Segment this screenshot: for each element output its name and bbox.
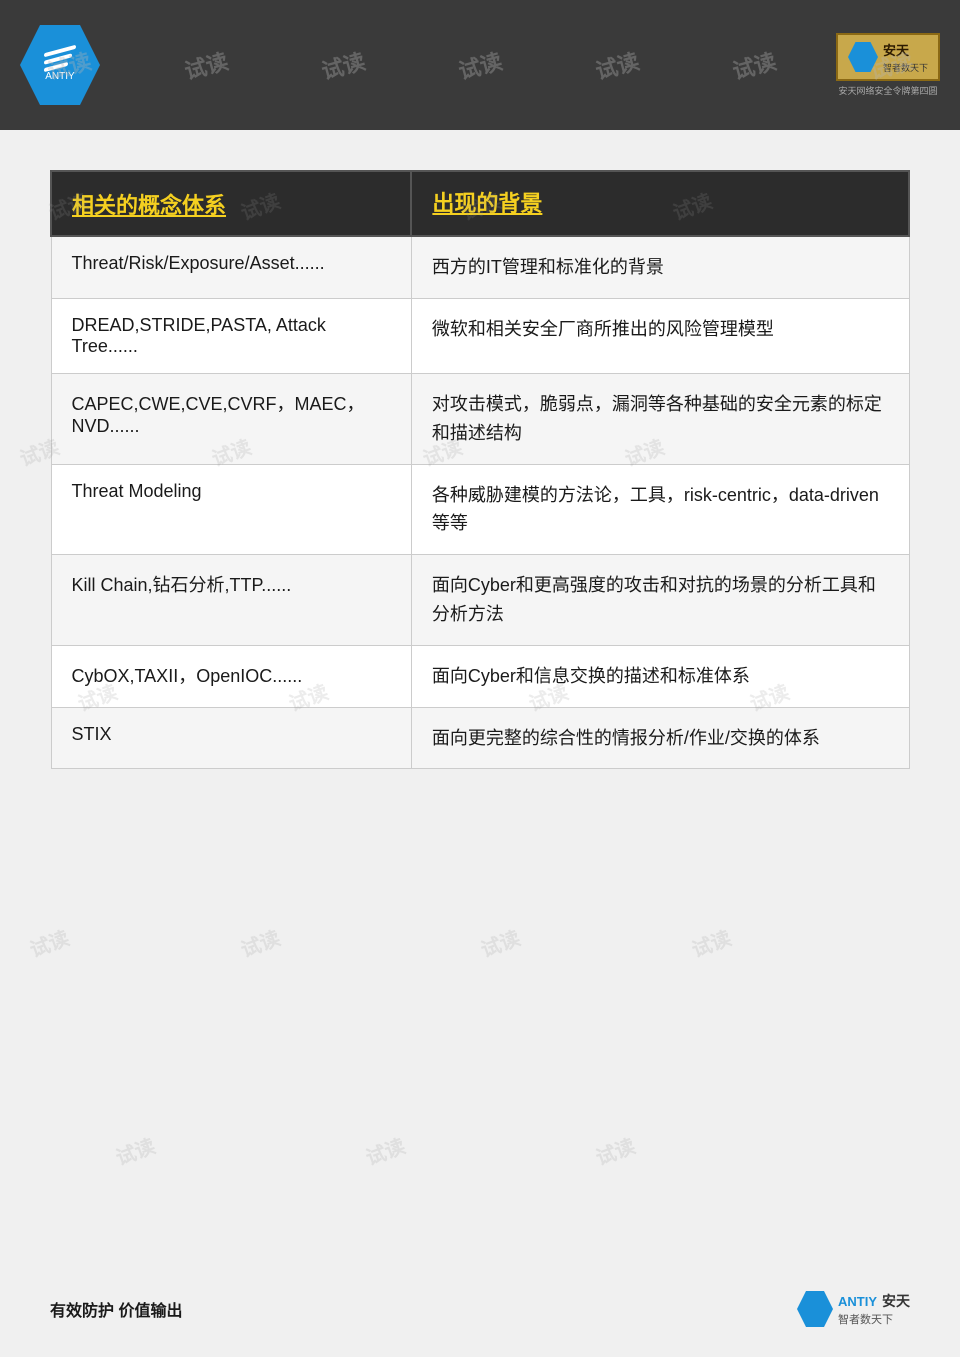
footer-right: ANTIY 安天 智者数天下 — [797, 1291, 910, 1327]
watermark-15: 试读 — [687, 922, 735, 963]
col2-header: 出现的背景 — [411, 171, 909, 236]
table-row: CybOX,TAXII，OpenIOC......面向Cyber和信息交换的描述… — [51, 645, 909, 707]
footer-left-text: 有效防护 价值输出 — [50, 1297, 182, 1321]
watermark-18: 试读 — [591, 1130, 639, 1171]
header-wm-2: 试读 — [180, 44, 231, 86]
header: ANTIY 试读 试读 试读 试读 试读 试读 试读 安天 智者数天下 安天网络… — [0, 0, 960, 130]
footer-logo-hex — [797, 1291, 833, 1327]
header-wm-5: 试读 — [592, 44, 643, 86]
table-cell-left-2: CAPEC,CWE,CVE,CVRF，MAEC，NVD...... — [51, 373, 411, 464]
table-row: CAPEC,CWE,CVE,CVRF，MAEC，NVD......对攻击模式，脆… — [51, 373, 909, 464]
table-cell-left-5: CybOX,TAXII，OpenIOC...... — [51, 645, 411, 707]
table-cell-right-6: 面向更完整的综合性的情报分析/作业/交换的体系 — [411, 707, 909, 769]
header-wm-4: 试读 — [455, 44, 506, 86]
col1-header: 相关的概念体系 — [51, 171, 411, 236]
right-logo-text: 安天 智者数天下 — [883, 40, 928, 74]
footer-brand: 安天 — [882, 1291, 910, 1311]
footer-antiy: ANTIY — [838, 1294, 877, 1309]
logo-text: ANTIY — [45, 71, 74, 82]
table-cell-right-5: 面向Cyber和信息交换的描述和标准体系 — [411, 645, 909, 707]
table-cell-left-3: Threat Modeling — [51, 464, 411, 555]
table-cell-right-1: 微软和相关安全厂商所推出的风险管理模型 — [411, 298, 909, 373]
table-cell-right-3: 各种威胁建模的方法论，工具，risk-centric，data-driven等等 — [411, 464, 909, 555]
concept-table: 相关的概念体系 出现的背景 Threat/Risk/Exposure/Asset… — [50, 170, 910, 769]
col1-header-text: 相关的概念体系 — [72, 193, 226, 218]
header-watermarks: 试读 试读 试读 试读 试读 试读 试读 — [0, 0, 960, 130]
footer-logo-texts: ANTIY 安天 智者数天下 — [838, 1291, 910, 1327]
table-cell-left-0: Threat/Risk/Exposure/Asset...... — [51, 236, 411, 298]
header-wm-6: 试读 — [729, 44, 780, 86]
main-content: 相关的概念体系 出现的背景 Threat/Risk/Exposure/Asset… — [0, 130, 960, 809]
right-brand: 安天 — [883, 40, 928, 59]
col2-header-text: 出现的背景 — [432, 191, 542, 216]
watermark-12: 试读 — [25, 922, 73, 963]
logo-area: ANTIY — [20, 25, 100, 105]
header-right: 安天 智者数天下 安天网络安全令牌第四圆 — [836, 33, 940, 97]
table-row: Threat Modeling各种威胁建模的方法论，工具，risk-centri… — [51, 464, 909, 555]
table-cell-right-4: 面向Cyber和更高强度的攻击和对抗的场景的分析工具和分析方法 — [411, 555, 909, 646]
table-row: DREAD,STRIDE,PASTA, Attack Tree......微软和… — [51, 298, 909, 373]
table-cell-right-0: 西方的IT管理和标准化的背景 — [411, 236, 909, 298]
table-cell-left-6: STIX — [51, 707, 411, 769]
footer: 有效防护 价值输出 ANTIY 安天 智者数天下 — [50, 1291, 910, 1327]
table-row: Threat/Risk/Exposure/Asset......西方的IT管理和… — [51, 236, 909, 298]
watermark-14: 试读 — [476, 922, 524, 963]
table-row: STIX面向更完整的综合性的情报分析/作业/交换的体系 — [51, 707, 909, 769]
table-cell-left-1: DREAD,STRIDE,PASTA, Attack Tree...... — [51, 298, 411, 373]
right-tagline: 智者数天下 — [883, 61, 928, 74]
table-row: Kill Chain,钻石分析,TTP......面向Cyber和更高强度的攻击… — [51, 555, 909, 646]
watermark-17: 试读 — [361, 1130, 409, 1171]
logo-lines — [44, 49, 76, 69]
footer-logo: ANTIY 安天 智者数天下 — [797, 1291, 910, 1327]
right-sublabel: 安天网络安全令牌第四圆 — [838, 84, 937, 97]
watermark-16: 试读 — [111, 1130, 159, 1171]
right-logo-box: 安天 智者数天下 — [836, 33, 940, 81]
right-logo-icon — [848, 42, 878, 72]
footer-tagline: 智者数天下 — [838, 1311, 910, 1327]
table-cell-right-2: 对攻击模式，脆弱点，漏洞等各种基础的安全元素的标定和描述结构 — [411, 373, 909, 464]
watermark-13: 试读 — [236, 922, 284, 963]
header-wm-3: 试读 — [317, 44, 368, 86]
table-cell-left-4: Kill Chain,钻石分析,TTP...... — [51, 555, 411, 646]
logo-hexagon: ANTIY — [20, 25, 100, 105]
